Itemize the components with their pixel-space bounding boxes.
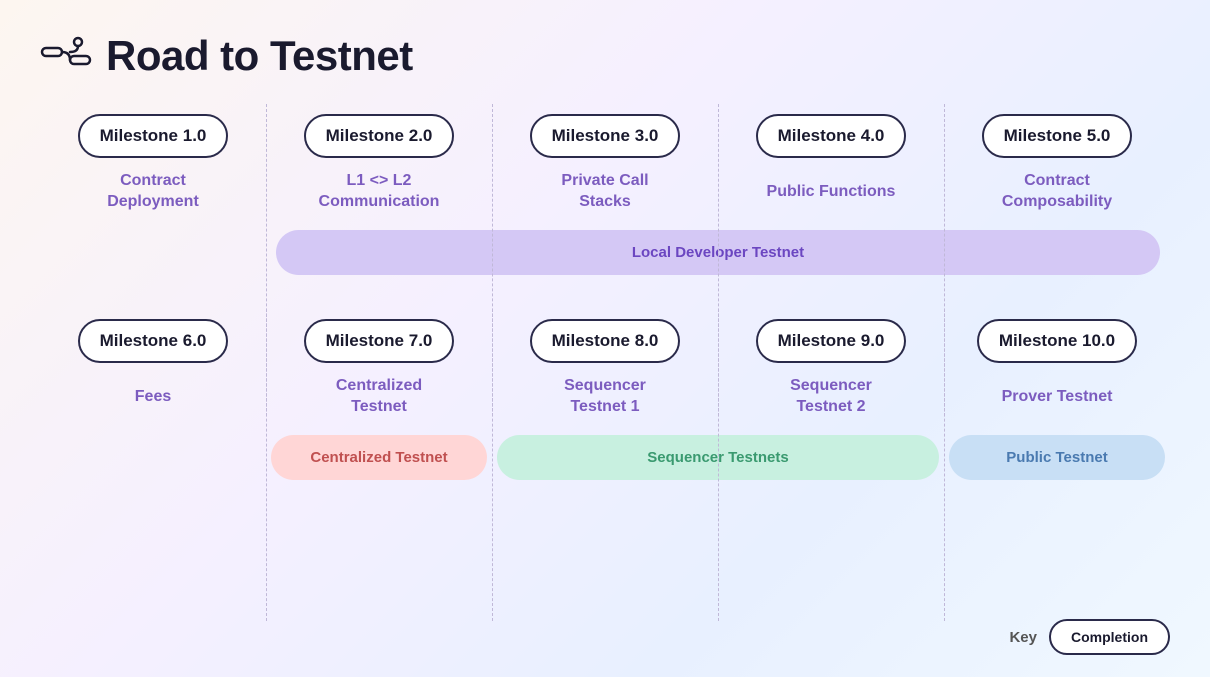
milestone-cell-3: Milestone 3.0 Private CallStacks [492,114,718,216]
row2-banner-spacer [40,425,266,480]
row2-banners: Centralized Testnet Sequencer Testnets P… [40,425,1170,480]
milestone-1-badge: Milestone 1.0 [78,114,229,158]
milestone-4-badge: Milestone 4.0 [756,114,907,158]
row2-milestones: Milestone 6.0 Fees Milestone 7.0 Central… [40,319,1170,421]
milestone-cell-2: Milestone 2.0 L1 <> L2Communication [266,114,492,216]
milestone-cell-9: Milestone 9.0 SequencerTestnet 2 [718,319,944,421]
milestone-1-label: ContractDeployment [107,168,199,216]
milestone-3-label: Private CallStacks [561,168,648,216]
milestone-cell-6: Milestone 6.0 Fees [40,319,266,421]
route-icon [40,30,92,82]
milestone-2-label: L1 <> L2Communication [319,168,440,216]
milestone-4-label: Public Functions [767,168,896,216]
row1-banner-wrapper: Local Developer Testnet [40,220,1170,275]
milestone-6-badge: Milestone 6.0 [78,319,229,363]
milestone-cell-10: Milestone 10.0 Prover Testnet [944,319,1170,421]
milestone-8-badge: Milestone 8.0 [530,319,681,363]
milestone-3-badge: Milestone 3.0 [530,114,681,158]
page-container: Road to Testnet Milestone 1.0 ContractDe… [0,0,1210,677]
milestone-7-badge: Milestone 7.0 [304,319,455,363]
milestone-7-label: CentralizedTestnet [336,373,422,421]
public-testnet-banner: Public Testnet [949,435,1165,480]
milestone-cell-8: Milestone 8.0 SequencerTestnet 1 [492,319,718,421]
milestone-10-label: Prover Testnet [1002,373,1113,421]
row1-milestones: Milestone 1.0 ContractDeployment Milesto… [40,114,1170,216]
page-title: Road to Testnet [106,32,413,80]
key-section: Key Completion [1009,619,1170,655]
milestone-9-badge: Milestone 9.0 [756,319,907,363]
milestone-5-label: ContractComposability [1002,168,1112,216]
header: Road to Testnet [40,30,1170,82]
key-completion-badge: Completion [1049,619,1170,655]
centralized-testnet-banner: Centralized Testnet [271,435,487,480]
milestone-5-badge: Milestone 5.0 [982,114,1133,158]
key-label: Key [1009,629,1037,646]
milestone-6-label: Fees [135,373,171,421]
milestone-9-label: SequencerTestnet 2 [790,373,872,421]
milestone-8-label: SequencerTestnet 1 [564,373,646,421]
milestone-cell-5: Milestone 5.0 ContractComposability [944,114,1170,216]
milestone-10-badge: Milestone 10.0 [977,319,1137,363]
milestones-section: Milestone 1.0 ContractDeployment Milesto… [40,114,1170,480]
milestone-cell-4: Milestone 4.0 Public Functions [718,114,944,216]
banner-spacer-1 [40,220,266,275]
milestone-cell-7: Milestone 7.0 CentralizedTestnet [266,319,492,421]
milestone-2-badge: Milestone 2.0 [304,114,455,158]
milestone-cell-1: Milestone 1.0 ContractDeployment [40,114,266,216]
